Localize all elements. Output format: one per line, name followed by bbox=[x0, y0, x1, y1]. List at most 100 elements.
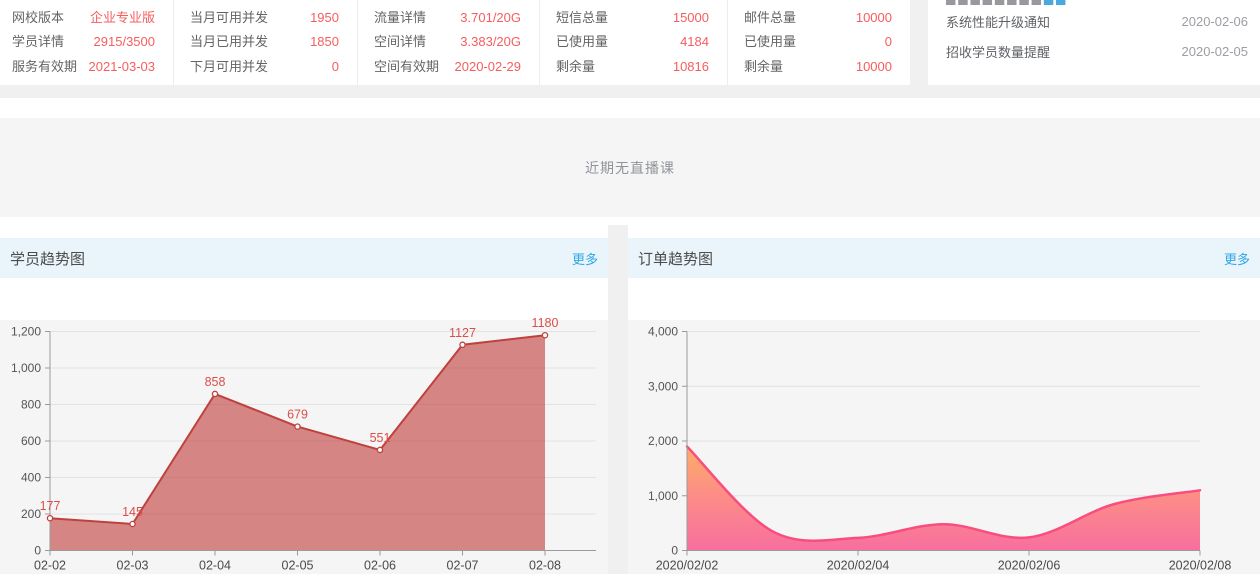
y-axis-label: 1,000 bbox=[648, 489, 678, 503]
stat-row: 流量详情 3.701/20G bbox=[374, 6, 521, 30]
data-point bbox=[376, 446, 384, 454]
stat-label: 已使用量 bbox=[556, 34, 609, 50]
notice-date: 2020-02-05 bbox=[1181, 43, 1249, 59]
stat-label: 已使用量 bbox=[744, 34, 797, 50]
student-trend-more-link[interactable]: 更多 bbox=[572, 249, 598, 268]
stat-value: 企业专业版 bbox=[89, 10, 155, 25]
stat-value: 15000 bbox=[672, 10, 709, 25]
stat-value: 3.701/20G bbox=[460, 10, 521, 25]
data-point bbox=[46, 514, 54, 522]
stat-row: 当月已用并发 1850 bbox=[190, 30, 339, 54]
stat-value: 1950 bbox=[310, 10, 339, 25]
stat-label: 服务有效期 bbox=[12, 58, 78, 74]
student-trend-header: 学员趋势图 更多 bbox=[0, 238, 608, 278]
stats-column-3: 流量详情 3.701/20G 空间详情 3.383/20G 空间有效期 2020-02-2… bbox=[358, 0, 540, 85]
y-axis-label: 0 bbox=[671, 544, 678, 558]
stat-row: 下月可用并发 0 bbox=[190, 55, 339, 79]
stat-value: 10816 bbox=[672, 58, 709, 74]
stat-label: 下月可用并发 bbox=[190, 58, 269, 74]
top-stats-row: 网校版本 企业专业版学员详情 2915/3500 服务有效期 2021-03-03 当月可… bbox=[0, 0, 1260, 85]
stat-value: 2915/3500 bbox=[93, 34, 155, 50]
notice-item[interactable]: 系统性能升级通知 2020-02-06 bbox=[946, 6, 1248, 36]
order-trend-chart[interactable]: 0 1,000 2,000 3,000 4,000 2020/02/02 2020/02/0… bbox=[628, 278, 1260, 574]
student-trend-title: 学员趋势图 bbox=[10, 250, 86, 268]
stats-column-5: 邮件总量 10000 已使用量 0 剩余量 10000 bbox=[728, 0, 910, 85]
y-axis-label: 4,000 bbox=[648, 325, 678, 339]
stat-row: 已使用量 0 bbox=[744, 30, 892, 54]
notice-label: 招收学员数量提醒 bbox=[946, 44, 1051, 60]
x-axis-label: 02-02 bbox=[34, 559, 66, 573]
stat-label: 剩余量 bbox=[556, 58, 596, 74]
stat-row: 空间详情 3.383/20G bbox=[374, 30, 521, 54]
stats-column-2: 当月可用并发 1950 当月已用并发 1850 下月可用并发 0 bbox=[174, 0, 358, 85]
order-trend-header: 订单趋势图 更多 bbox=[628, 238, 1260, 278]
x-axis-label: 2020/02/04 bbox=[827, 559, 890, 573]
stat-row: 邮件总量 10000 bbox=[744, 6, 892, 30]
clipped-notice-text: ▇▇▇▇▇▇▇▇▇▇ bbox=[946, 0, 1248, 5]
data-value-label: 1180 bbox=[532, 316, 559, 330]
x-axis-label: 2020/02/08 bbox=[1169, 559, 1232, 573]
x-axis-label: 2020/02/06 bbox=[998, 559, 1061, 573]
x-axis-label: 02-03 bbox=[117, 559, 149, 573]
order-trend-panel: 订单趋势图 更多 0 1,000 2,000 3,000 4,000 2020/02/02… bbox=[628, 225, 1260, 574]
x-axis-label: 2020/02/02 bbox=[656, 559, 719, 573]
clipped-notice-link: ▇▇ bbox=[1044, 0, 1068, 5]
notice-list-panel: ▇▇▇▇▇▇▇▇▇▇ 系统性能升级通知 2020-02-06 招收学员数量提醒 202… bbox=[928, 0, 1260, 85]
stat-label: 流量详情 bbox=[374, 10, 427, 25]
y-axis-label: 200 bbox=[21, 507, 41, 521]
data-value-label: 1127 bbox=[449, 326, 476, 340]
notice-item[interactable]: 招收学员数量提醒 2020-02-05 bbox=[946, 36, 1248, 66]
stat-value: 10000 bbox=[855, 10, 892, 25]
data-point bbox=[294, 423, 301, 430]
data-point bbox=[129, 520, 136, 528]
stat-row: 服务有效期 2021-03-03 bbox=[12, 55, 155, 79]
student-trend-panel: 学员趋势图 更多 0 200 400 600 800 1,000 1,200 02-02 02-… bbox=[0, 225, 608, 574]
data-point bbox=[541, 331, 549, 339]
stat-label: 当月已用并发 bbox=[190, 34, 269, 50]
stat-row: 网校版本 企业专业版 bbox=[12, 6, 155, 30]
x-axis-label: 02-04 bbox=[199, 559, 231, 573]
stats-column-4: 短信总量 15000 已使用量 4184 剩余量 10816 bbox=[540, 0, 728, 85]
student-trend-chart[interactable]: 0 200 400 600 800 1,000 1,200 02-02 02-03 02-04 02… bbox=[0, 278, 608, 574]
stat-row: 已使用量 4184 bbox=[556, 30, 709, 54]
stat-row: 空间有效期 2020-02-29 bbox=[374, 55, 521, 79]
stat-row: 当月可用并发 1950 bbox=[190, 6, 339, 30]
live-course-empty-text: 近期无直播课 bbox=[585, 159, 675, 176]
order-trend-more-link[interactable]: 更多 bbox=[1224, 249, 1250, 268]
data-value-label: 858 bbox=[205, 375, 226, 389]
stats-column-1: 网校版本 企业专业版学员详情 2915/3500 服务有效期 2021-03-03 bbox=[0, 0, 174, 85]
stat-value: 0 bbox=[331, 58, 339, 74]
live-course-empty-state: 近期无直播课 bbox=[0, 118, 1260, 217]
data-value-label: 679 bbox=[287, 408, 308, 422]
stat-row: 学员详情 2915/3500 bbox=[12, 30, 155, 54]
notice-label: 系统性能升级通知 bbox=[946, 14, 1051, 30]
live-course-panel: 近期无直播课 bbox=[0, 98, 1260, 225]
stat-row: 剩余量 10000 bbox=[744, 55, 892, 79]
data-value-label: 177 bbox=[40, 499, 61, 513]
x-axis-label: 02-08 bbox=[529, 559, 561, 573]
y-axis-label: 800 bbox=[21, 398, 41, 412]
y-axis-label: 2,000 bbox=[648, 434, 678, 448]
stat-label: 空间详情 bbox=[374, 34, 427, 50]
charts-row: 学员趋势图 更多 0 200 400 600 800 1,000 1,200 02-02 02-… bbox=[0, 225, 1260, 574]
y-axis-label: 600 bbox=[21, 434, 41, 448]
stat-value: 1850 bbox=[310, 34, 339, 50]
stat-row: 剩余量 10816 bbox=[556, 55, 709, 79]
stat-label: 邮件总量 bbox=[744, 10, 797, 25]
order-trend-title: 订单趋势图 bbox=[638, 250, 714, 268]
y-axis-label: 3,000 bbox=[648, 379, 678, 393]
y-axis-label: 1,200 bbox=[11, 325, 41, 339]
notice-date: 2020-02-06 bbox=[1181, 13, 1249, 29]
stat-value: 4184 bbox=[680, 34, 709, 50]
stat-value: 2021-03-03 bbox=[88, 58, 156, 74]
data-value-label: 551 bbox=[370, 431, 391, 445]
y-axis-label: 400 bbox=[21, 471, 41, 485]
stat-value: 3.383/20G bbox=[460, 34, 521, 50]
stat-value: 2020-02-29 bbox=[454, 58, 522, 74]
stat-value: 10000 bbox=[855, 58, 892, 74]
stat-label: 当月可用并发 bbox=[190, 10, 269, 25]
data-point bbox=[459, 341, 466, 349]
stat-row: 短信总量 15000 bbox=[556, 6, 709, 30]
stat-label: 网校版本 bbox=[12, 10, 65, 25]
y-axis-label: 1,000 bbox=[11, 361, 41, 375]
